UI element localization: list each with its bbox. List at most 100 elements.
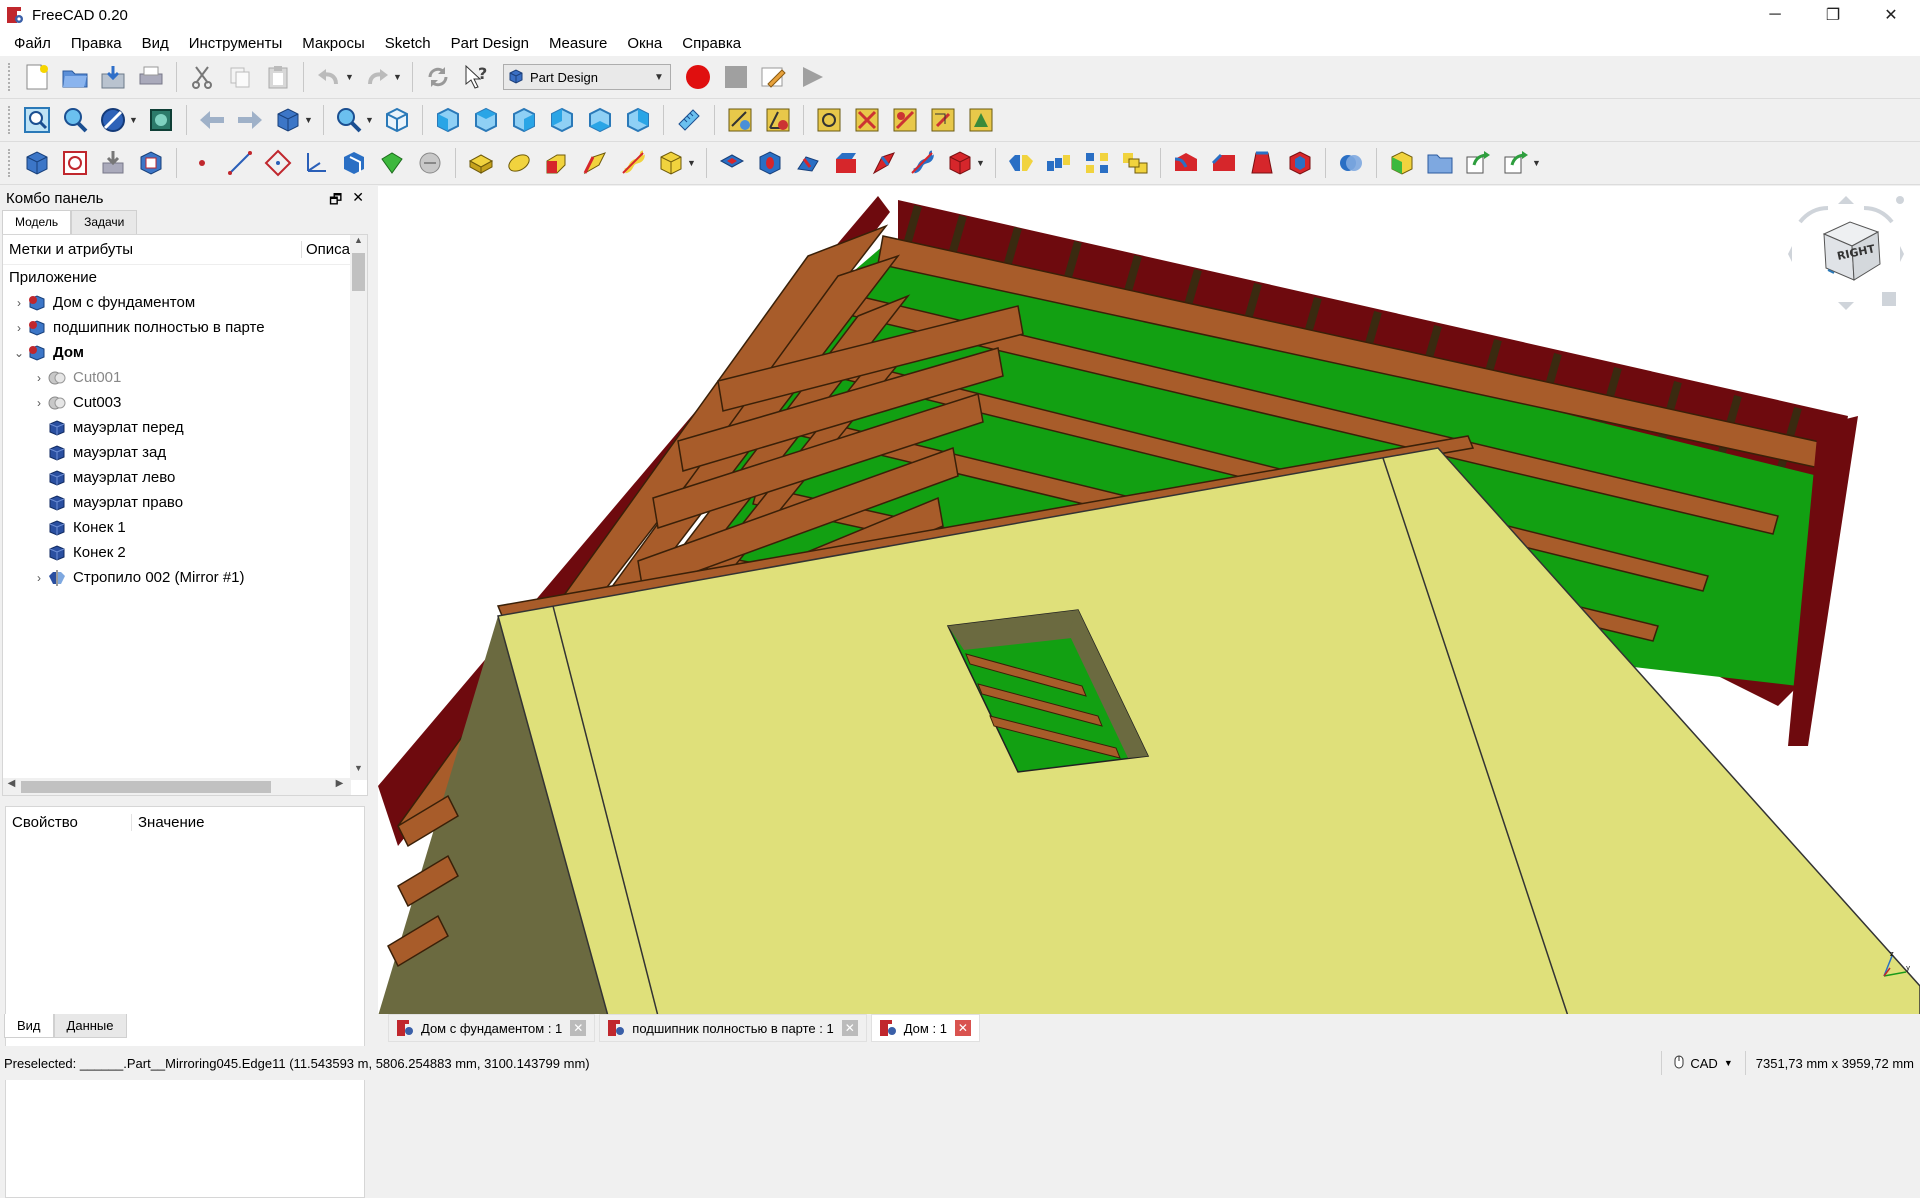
- scroll-left-icon[interactable]: ◀: [3, 778, 20, 795]
- groove-icon[interactable]: [792, 147, 824, 179]
- menu-sketch[interactable]: Sketch: [375, 35, 441, 52]
- linear-pattern-icon[interactable]: [1043, 147, 1075, 179]
- copy-icon[interactable]: [224, 61, 256, 93]
- undo-icon[interactable]: [313, 61, 345, 93]
- whats-this-icon[interactable]: ?: [460, 61, 492, 93]
- front-view-icon[interactable]: [432, 104, 464, 136]
- menu-file[interactable]: Файл: [4, 35, 61, 52]
- rear-view-icon[interactable]: [546, 104, 578, 136]
- thickness-icon[interactable]: [1284, 147, 1316, 179]
- tree-item[interactable]: › Дом с фундаментом: [3, 290, 367, 315]
- close-tab-icon[interactable]: ✕: [954, 1020, 971, 1036]
- hole-icon[interactable]: [754, 147, 786, 179]
- tree-item[interactable]: мауэрлат перед: [3, 415, 367, 440]
- tab-tasks[interactable]: Задачи: [71, 210, 138, 234]
- close-window-button[interactable]: ✕: [1862, 0, 1920, 30]
- house-model-render[interactable]: [378, 186, 1920, 1016]
- navigation-cube[interactable]: RIGHT: [1786, 194, 1906, 314]
- tab-data-properties[interactable]: Данные: [53, 1014, 127, 1038]
- chevron-right-icon[interactable]: ›: [31, 396, 47, 410]
- tree-vertical-scrollbar[interactable]: ▲ ▼: [350, 235, 367, 780]
- right-view-icon[interactable]: [508, 104, 540, 136]
- draw-style-dropdown-icon[interactable]: ▼: [129, 115, 139, 125]
- menu-tools[interactable]: Инструменты: [179, 35, 293, 52]
- additive-pipe-icon[interactable]: [579, 147, 611, 179]
- tree-item[interactable]: › Cut001: [3, 365, 367, 390]
- measure-angular-icon[interactable]: [762, 104, 794, 136]
- toolbar-grip[interactable]: [8, 106, 12, 134]
- workbench-selector[interactable]: Part Design ▼: [503, 64, 671, 90]
- boolean-icon[interactable]: [1335, 147, 1367, 179]
- sync-view-icon[interactable]: [272, 104, 304, 136]
- scroll-down-icon[interactable]: ▼: [350, 763, 367, 780]
- multi-transform-icon[interactable]: [1119, 147, 1151, 179]
- save-icon[interactable]: [97, 61, 129, 93]
- isometric-view-icon[interactable]: [381, 104, 413, 136]
- undo-dropdown-icon[interactable]: ▼: [345, 72, 355, 82]
- shape-binder-grey-icon[interactable]: [414, 147, 446, 179]
- tree-item[interactable]: Конек 1: [3, 515, 367, 540]
- redo-icon[interactable]: [361, 61, 393, 93]
- draw-style-icon[interactable]: [97, 104, 129, 136]
- move-feature-icon[interactable]: [1462, 147, 1494, 179]
- draft-icon[interactable]: [1246, 147, 1278, 179]
- open-icon[interactable]: [59, 61, 91, 93]
- folder-icon[interactable]: [1424, 147, 1456, 179]
- tree-item[interactable]: › Стропило 002 (Mirror #1): [3, 565, 367, 590]
- nav-view-menu-icon[interactable]: [1882, 292, 1896, 306]
- macro-edit-icon[interactable]: [758, 61, 790, 93]
- datum-point-icon[interactable]: [186, 147, 218, 179]
- measure-clear-icon[interactable]: [851, 104, 883, 136]
- sync-view-dropdown-icon[interactable]: ▼: [304, 115, 314, 125]
- subtractive-loft-icon[interactable]: [830, 147, 862, 179]
- doc-tab-bearing[interactable]: подшипник полностью в парте : 1 ✕: [599, 1014, 867, 1042]
- property-view[interactable]: Свойство Значение: [5, 806, 365, 1198]
- macro-stop-icon[interactable]: [720, 61, 752, 93]
- zoom-dropdown-icon[interactable]: ▼: [365, 115, 375, 125]
- chevron-down-icon[interactable]: ⌄: [11, 346, 27, 360]
- menu-help[interactable]: Справка: [672, 35, 751, 52]
- back-arrow-icon[interactable]: [196, 104, 228, 136]
- validate-sketch-icon[interactable]: [97, 147, 129, 179]
- bounding-box-icon[interactable]: [145, 104, 177, 136]
- nav-down-arrow-icon[interactable]: [1838, 302, 1854, 310]
- cut-icon[interactable]: [186, 61, 218, 93]
- subtractive-helix-icon[interactable]: [906, 147, 938, 179]
- pad-icon[interactable]: [465, 147, 497, 179]
- navigation-style-selector[interactable]: CAD ▼: [1661, 1051, 1744, 1075]
- scrollbar-thumb[interactable]: [21, 781, 271, 793]
- create-sketch-icon[interactable]: [59, 147, 91, 179]
- close-tab-icon[interactable]: ✕: [570, 1020, 587, 1036]
- tree-header-description[interactable]: Описа: [301, 241, 350, 258]
- model-tree[interactable]: Метки и атрибуты Описа Приложение › Дом с…: [2, 234, 368, 796]
- fit-all-icon[interactable]: [21, 104, 53, 136]
- 3d-viewport[interactable]: RIGHT z y: [378, 186, 1920, 1016]
- chevron-right-icon[interactable]: ›: [31, 571, 47, 585]
- undock-icon[interactable]: 🗗: [329, 189, 342, 213]
- create-body-icon[interactable]: [21, 147, 53, 179]
- additive-loft-icon[interactable]: [541, 147, 573, 179]
- measure-toggle-all-icon[interactable]: [889, 104, 921, 136]
- doc-tab-house-with-foundation[interactable]: Дом с фундаментом : 1 ✕: [388, 1014, 596, 1042]
- close-tab-icon[interactable]: ✕: [841, 1020, 858, 1036]
- menu-view[interactable]: Вид: [132, 35, 179, 52]
- tree-item[interactable]: Конек 2: [3, 540, 367, 565]
- zoom-icon[interactable]: [333, 104, 365, 136]
- menu-windows[interactable]: Окна: [617, 35, 672, 52]
- forward-arrow-icon[interactable]: [234, 104, 266, 136]
- clone-icon[interactable]: [338, 147, 370, 179]
- additive-box-icon[interactable]: [655, 147, 687, 179]
- scroll-right-icon[interactable]: ▶: [331, 778, 348, 795]
- toolbar-grip[interactable]: [8, 149, 12, 177]
- top-view-icon[interactable]: [470, 104, 502, 136]
- nav-menu-icon[interactable]: [1896, 196, 1904, 204]
- refresh-icon[interactable]: [422, 61, 454, 93]
- paste-icon[interactable]: [262, 61, 294, 93]
- datum-line-icon[interactable]: [224, 147, 256, 179]
- new-document-icon[interactable]: [21, 61, 53, 93]
- tree-item[interactable]: ⌄ Дом: [3, 340, 367, 365]
- scrollbar-thumb[interactable]: [352, 253, 365, 291]
- nav-left-arrow-icon[interactable]: [1788, 246, 1792, 262]
- additive-helix-icon[interactable]: [617, 147, 649, 179]
- subtractive-pipe-icon[interactable]: [868, 147, 900, 179]
